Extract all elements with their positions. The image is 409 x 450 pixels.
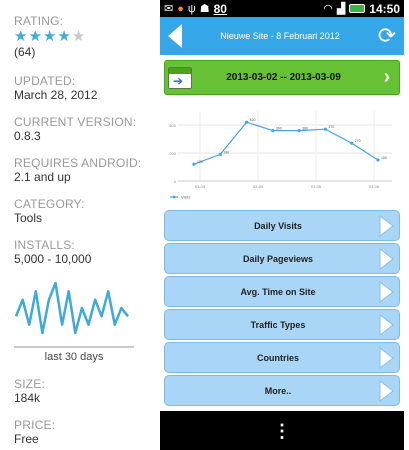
chart-point-label: 190 (223, 150, 229, 154)
requires-label: REQUIRES ANDROID: (14, 156, 142, 170)
menu-label: More.. (264, 385, 292, 396)
rating-count: (64) (14, 45, 36, 59)
title-bar: Nieuwe Site - 8 Februari 2012 ⟳ (160, 17, 404, 55)
back-arrow-icon (168, 24, 182, 48)
version-label: CURRENT VERSION: (14, 115, 137, 129)
chart-point-label: 360 (302, 127, 308, 131)
more-button[interactable]: More.. (164, 375, 400, 406)
arrow-right-icon (373, 376, 399, 405)
chart-x-tick-label: 03-04 (253, 184, 264, 189)
category-label: CATEGORY: (14, 197, 85, 211)
chart-point (350, 141, 354, 145)
star-filled-icon: ★ (57, 28, 71, 45)
visits-chart: 400 200 0 03-03 03-04 03-05 03-06 120 190 420 360 3… (160, 103, 404, 205)
menu-label: Avg. Time on Site (240, 286, 316, 297)
menu-label: Traffic Types (250, 319, 306, 330)
menu-label: Daily Visits (254, 220, 302, 231)
chart-point (376, 158, 380, 162)
installs-label: INSTALLS: (14, 238, 75, 252)
daily-visits-button[interactable]: Daily Visits (164, 210, 400, 241)
requires-value: 2.1 and up (14, 170, 71, 184)
size-value: 184k (14, 391, 41, 405)
date-range-button[interactable]: ➔ 2013-03-02 -- 2013-03-09 › (164, 60, 400, 95)
chart-point (244, 120, 249, 124)
chart-point-label: 150 (381, 156, 387, 160)
installs-sparkline (14, 281, 134, 348)
sparkline-series (14, 281, 129, 335)
circle-icon: ● (177, 2, 184, 15)
updated-label: UPDATED: (14, 74, 76, 88)
chart-x-tick-label: 03-06 (369, 184, 380, 189)
arrow-right-icon (373, 211, 399, 240)
installs-value: 5,000 - 10,000 (14, 252, 92, 266)
back-button[interactable] (160, 17, 190, 55)
rating-stars: ★ ★ ★ ★ ★ (14, 29, 154, 44)
star-filled-icon: ★ (42, 28, 57, 45)
app-info-panel: RATING: ★ ★ ★ ★ ★ (64) UPDATED: March 28, 20… (14, 14, 154, 447)
price-value: Free (14, 432, 39, 446)
category-value: Tools (14, 211, 43, 225)
status-bar: ✉ ● ψ ☗ 80 ◠ ▟ 14:50 (160, 0, 404, 17)
signal-icon: ▟ (336, 2, 346, 15)
traffic-types-button[interactable]: Traffic Types (164, 309, 400, 340)
version-value: 0.8.3 (14, 129, 41, 143)
price-label: PRICE: (14, 418, 56, 432)
arrow-right-icon (373, 343, 399, 372)
refresh-icon: ⟳ (377, 23, 397, 48)
daily-pageviews-button[interactable]: Daily Pageviews (164, 243, 400, 274)
chart-x-tick-label: 03-03 (195, 184, 206, 189)
chart-point (271, 129, 275, 133)
android-icon: ☗ (199, 2, 210, 15)
phone-screen: ✉ ● ψ ☗ 80 ◠ ▟ 14:50 Nieuwe Site - 8 Feb… (160, 0, 404, 450)
star-filled-icon: ★ (14, 28, 28, 45)
size-label: SIZE: (14, 377, 46, 391)
chart-y-tick-label: 0 (174, 179, 177, 184)
rating-label: RATING: (14, 14, 64, 28)
chart-point-label: 120 (197, 160, 203, 164)
chart-point-label: 360 (276, 127, 282, 131)
refresh-button[interactable]: ⟳ (370, 17, 404, 55)
chart-point (297, 129, 301, 133)
chart-point-label: 420 (250, 118, 256, 122)
navigation-bar: ⋮ (160, 411, 404, 450)
visits-chart-svg: 400 200 0 03-03 03-04 03-05 03-06 120 190 420 360 3… (169, 111, 392, 200)
star-filled-icon: ★ (28, 28, 42, 45)
avg-time-on-site-button[interactable]: Avg. Time on Site (164, 276, 400, 307)
chart-point (323, 127, 328, 131)
chart-legend-marker (172, 195, 176, 199)
chart-point (192, 162, 196, 166)
calendar-icon: ➔ (168, 66, 192, 89)
menu-label: Countries (256, 352, 299, 363)
clock: 14:50 (369, 1, 400, 16)
star-empty-icon: ★ (71, 28, 86, 45)
site-title: Nieuwe Site - 8 Februari 2012 (220, 31, 340, 41)
chart-y-tick-label: 200 (169, 151, 176, 156)
battery-icon (349, 4, 366, 13)
countries-button[interactable]: Countries (164, 342, 400, 373)
arrow-right-icon (373, 277, 399, 306)
chart-x-tick-label: 03-05 (311, 184, 322, 189)
chart-y-tick-label: 400 (169, 123, 176, 128)
chart-point-label: 370 (328, 125, 334, 129)
usb-icon: ψ (187, 2, 196, 15)
sparkline-caption: last 30 days (44, 351, 104, 363)
date-range-label: 2013-03-02 -- 2013-03-09 (226, 72, 341, 83)
mail-icon: ✉ (164, 2, 174, 15)
arrow-right-icon (373, 310, 399, 339)
arrow-right-icon (373, 244, 399, 273)
updated-value: March 28, 2012 (14, 88, 98, 102)
chevron-right-icon: › (383, 66, 391, 88)
chart-point (218, 152, 222, 156)
overflow-menu-icon[interactable]: ⋮ (273, 422, 291, 440)
temperature-readout: 80 (213, 1, 227, 16)
chart-legend-label: Visits (181, 195, 190, 200)
wifi-icon: ◠ (323, 2, 333, 15)
menu-label: Daily Pageviews (242, 253, 314, 264)
chart-point-label: 270 (355, 139, 361, 143)
